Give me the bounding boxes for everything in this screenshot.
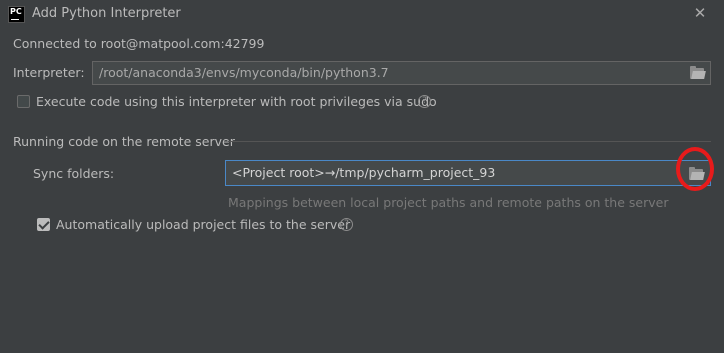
interpreter-path-field[interactable]: /root/anaconda3/envs/myconda/bin/python3…: [92, 61, 711, 85]
sudo-checkbox[interactable]: [17, 95, 30, 108]
interpreter-browse-folder-icon[interactable]: [689, 66, 706, 80]
auto-upload-help-icon[interactable]: ?: [340, 218, 353, 231]
section-divider: [228, 141, 711, 142]
auto-upload-label[interactable]: Automatically upload project files to th…: [56, 217, 350, 232]
title-bar: PC Add Python Interpreter ✕: [0, 0, 724, 30]
interpreter-label: Interpreter:: [13, 65, 85, 80]
sync-folders-hint: Mappings between local project paths and…: [228, 195, 669, 210]
red-annotation-circle: [676, 147, 714, 191]
interpreter-path-value: /root/anaconda3/envs/myconda/bin/python3…: [99, 65, 389, 80]
sync-folders-label: Sync folders:: [33, 166, 115, 181]
sudo-checkbox-label[interactable]: Execute code using this interpreter with…: [36, 94, 437, 109]
section-title: Running code on the remote server: [13, 134, 235, 149]
sudo-help-icon[interactable]: ?: [418, 95, 431, 108]
sync-folders-value: <Project root>→/tmp/pycharm_project_93: [232, 165, 496, 180]
auto-upload-checkbox[interactable]: [37, 218, 50, 231]
close-icon[interactable]: ✕: [692, 4, 708, 22]
sync-folders-field[interactable]: <Project root>→/tmp/pycharm_project_93: [225, 160, 711, 186]
pycharm-logo-icon: PC: [8, 6, 25, 23]
window-title: Add Python Interpreter: [32, 6, 181, 21]
connection-status: Connected to root@matpool.com:42799: [13, 36, 265, 51]
logo-text: PC: [10, 7, 22, 16]
